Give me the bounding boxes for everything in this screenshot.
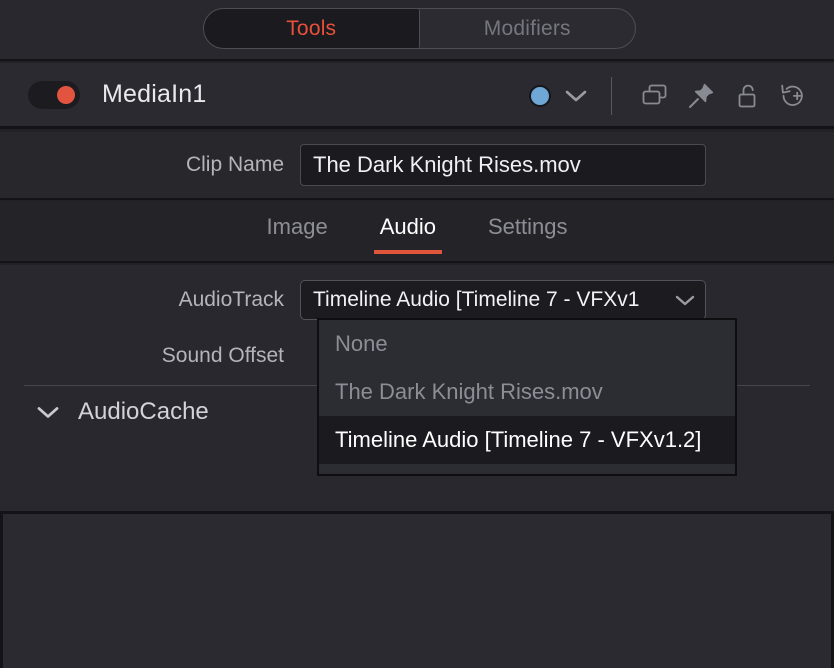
node-header-row: MediaIn1	[0, 63, 834, 129]
segment-modifiers-label: Modifiers	[483, 16, 571, 40]
audio-track-dropdown[interactable]: Timeline Audio [Timeline 7 - VFXv1	[300, 280, 706, 320]
tab-settings[interactable]: Settings	[482, 210, 574, 254]
chevron-down-icon[interactable]	[36, 405, 60, 420]
segment-tools-label: Tools	[286, 16, 337, 40]
chevron-down-icon	[675, 294, 695, 307]
tab-settings-label: Settings	[487, 213, 568, 239]
reset-version-icon[interactable]	[770, 78, 816, 114]
tools-modifiers-segmented-control[interactable]: Tools Modifiers	[203, 8, 636, 49]
tab-audio-label: Audio	[379, 213, 436, 239]
lower-empty-panel	[0, 511, 834, 668]
node-enable-toggle[interactable]	[28, 80, 80, 109]
segment-modifiers[interactable]: Modifiers	[420, 9, 636, 48]
clip-name-value: The Dark Knight Rises.mov	[313, 152, 581, 177]
audio-cache-section-header[interactable]: AudioCache	[36, 398, 209, 426]
clip-name-row: Clip Name The Dark Knight Rises.mov	[0, 132, 834, 200]
segment-tools[interactable]: Tools	[204, 9, 420, 48]
inspector-tabs: Image Audio Settings	[0, 202, 834, 263]
duplicate-icon[interactable]	[632, 78, 678, 114]
menu-item-none[interactable]: None	[319, 320, 735, 368]
menu-item-label: None	[335, 331, 388, 356]
fusion-inspector-panel: Tools Modifiers MediaIn1 Clip Name The D…	[0, 0, 834, 668]
pin-icon[interactable]	[678, 78, 724, 114]
header-divider	[611, 77, 612, 115]
menu-item-clip-audio[interactable]: The Dark Knight Rises.mov	[319, 368, 735, 416]
lock-open-icon[interactable]	[724, 78, 770, 114]
menu-item-label: The Dark Knight Rises.mov	[335, 379, 603, 404]
node-name-label: MediaIn1	[102, 80, 207, 108]
node-header-actions	[529, 63, 816, 129]
clip-name-label: Clip Name	[185, 153, 284, 176]
node-color-swatch[interactable]	[529, 85, 551, 107]
tab-image-label: Image	[266, 213, 328, 239]
toggle-knob	[57, 85, 75, 104]
chevron-down-icon[interactable]	[561, 81, 591, 111]
clip-name-input[interactable]: The Dark Knight Rises.mov	[300, 144, 706, 186]
audio-track-dropdown-menu[interactable]: None The Dark Knight Rises.mov Timeline …	[317, 318, 737, 476]
audio-track-label: AudioTrack	[178, 288, 284, 311]
menu-item-timeline-audio[interactable]: Timeline Audio [Timeline 7 - VFXv1.2]	[319, 416, 735, 464]
audio-track-row: AudioTrack Timeline Audio [Timeline 7 - …	[0, 279, 834, 321]
inspector-topbar: Tools Modifiers	[0, 0, 834, 61]
menu-item-label: Timeline Audio [Timeline 7 - VFXv1.2]	[335, 427, 702, 452]
tab-audio[interactable]: Audio	[373, 210, 443, 254]
sound-offset-label: Sound Offset	[161, 344, 284, 367]
tab-image[interactable]: Image	[261, 210, 334, 254]
audio-track-value: Timeline Audio [Timeline 7 - VFXv1	[313, 288, 640, 311]
audio-cache-label: AudioCache	[78, 398, 209, 425]
